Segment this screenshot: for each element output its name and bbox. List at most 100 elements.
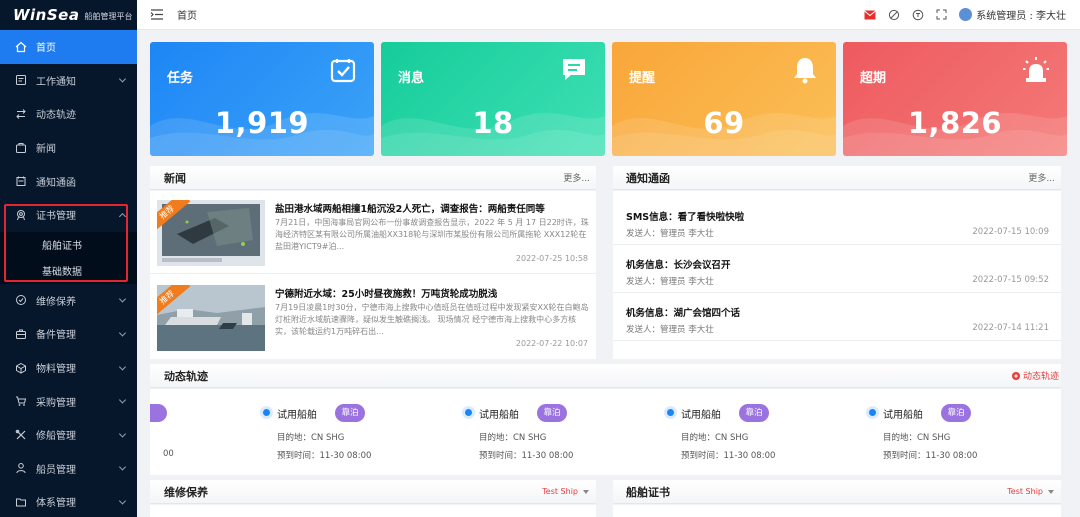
sidebar-item-label: 首页 (36, 43, 56, 55)
sidebar-item-home[interactable]: 首页 (0, 30, 137, 64)
maintenance-panel-header: 维修保养 Test Ship (150, 480, 596, 504)
notice-date: 2022-07-15 10:09 (972, 227, 1049, 237)
sidebar-item-track[interactable]: 动态轨迹 (0, 97, 137, 131)
sidebar-item-label: 体系管理 (36, 498, 76, 510)
sidebar-item-label: 新闻 (36, 144, 56, 156)
chevron-up-icon (118, 212, 127, 220)
stat-card-reminders[interactable]: 提醒 69 (612, 42, 836, 156)
sidebar-item-label: 证书管理 (36, 211, 76, 223)
certificates-panel-title: 船舶证书 (626, 485, 670, 499)
spare-parts-icon (14, 327, 28, 341)
notice-date: 2022-07-14 11:21 (972, 323, 1049, 333)
header-actions: 系统管理员 : 李大壮 (852, 7, 1080, 22)
sidebar-item-work-notice[interactable]: 工作通知 (0, 64, 137, 98)
alarm-icon (1022, 56, 1050, 84)
ship-status-dot-icon (664, 406, 677, 419)
tracks-link[interactable]: 动态轨迹 (1011, 369, 1061, 382)
breadcrumb[interactable]: 首页 (177, 7, 197, 22)
notices-more-link[interactable]: 更多... (1028, 171, 1061, 184)
mail-icon[interactable] (863, 8, 876, 21)
notice-title[interactable]: SMS信息：看了看快啦快啦 (626, 209, 744, 223)
fullscreen-icon[interactable] (935, 8, 948, 21)
tracks-panel-header: 动态轨迹 动态轨迹 (150, 364, 1061, 388)
track-partial-badge (150, 404, 167, 422)
sidebar-item-circular[interactable]: 通知通函 (0, 164, 137, 198)
news-item[interactable]: 推荐 盐田港水域两船相撞1船沉没2人死亡，调查报告：两船责任同等 7月21日，中… (150, 191, 596, 274)
news-panel-title: 新闻 (164, 171, 186, 185)
ship-name: 试用船舶 (681, 410, 721, 421)
track-card[interactable]: 试用船舶 靠泊 目的地：CN SHG 预到时间：11-30 08:00 (462, 402, 662, 466)
crew-icon (14, 461, 28, 475)
notice-item[interactable]: 机务信息：湖广会馆四个话 发送人：管理员 李大壮 2022-07-14 11:2… (613, 293, 1061, 341)
sidebar-item-label: 船员管理 (36, 464, 76, 476)
notice-icon (14, 73, 28, 87)
notices-panel: SMS信息：看了看快啦快啦 发送人：管理员 李大壮 2022-07-15 10:… (613, 191, 1061, 359)
stat-card-tasks[interactable]: 任务 1,919 (150, 42, 374, 156)
certificates-ship-select[interactable]: Test Ship (1007, 487, 1061, 496)
notice-sender: 发送人：管理员 李大壮 (626, 229, 714, 239)
stat-label: 提醒 (629, 71, 656, 86)
materials-icon (14, 361, 28, 375)
certificate-icon (14, 208, 28, 222)
stat-card-messages[interactable]: 消息 18 (381, 42, 605, 156)
track-partial-eta: 00 (163, 449, 174, 459)
notice-sender: 发送人：管理员 李大壮 (626, 277, 714, 287)
stat-value: 18 (472, 106, 514, 140)
ship-status-dot-icon (462, 406, 475, 419)
sidebar-item-label: 采购管理 (36, 397, 76, 409)
notice-title[interactable]: 机务信息：湖广会馆四个话 (626, 305, 740, 319)
chevron-down-icon (118, 363, 127, 371)
eye-slash-icon[interactable] (887, 8, 900, 21)
language-icon[interactable] (911, 8, 924, 21)
brand[interactable]: WinSea 船舶管理平台 (0, 0, 137, 30)
track-link-icon (1011, 371, 1020, 380)
news-title[interactable]: 宁德附近水域：25小时昼夜施救！万吨货轮成功脱浅 (275, 286, 497, 300)
cart-icon (14, 394, 28, 408)
maintenance-panel-title: 维修保养 (164, 485, 208, 499)
news-more-link[interactable]: 更多... (563, 171, 596, 184)
notice-item[interactable]: 机务信息：长沙会议召开 发送人：管理员 李大壮 2022-07-15 09:52 (613, 245, 1061, 293)
avatar (959, 8, 973, 21)
sidebar-subitem-ship-certificates[interactable]: 船舶证书 (0, 232, 137, 258)
sidebar-subitem-label: 船舶证书 (42, 241, 82, 253)
sidebar-item-certificates[interactable]: 证书管理 (0, 198, 137, 232)
stat-label: 任务 (167, 71, 194, 86)
task-check-icon (329, 56, 357, 84)
sidebar-item-system[interactable]: 体系管理 (0, 485, 137, 517)
sidebar-item-maintenance[interactable]: 维修保养 (0, 284, 137, 318)
notice-item[interactable]: SMS信息：看了看快啦快啦 发送人：管理员 李大壮 2022-07-15 10:… (613, 197, 1061, 245)
track-card[interactable]: 试用船舶 靠泊 目的地：CN SHG 预到时间：11-30 08:00 (866, 402, 1066, 466)
news-thumbnail: 推荐 (157, 285, 265, 351)
sidebar-item-ship-repair[interactable]: 修船管理 (0, 418, 137, 452)
certificates-panel (613, 505, 1061, 517)
repair-icon (14, 428, 28, 442)
chevron-down-icon (118, 75, 127, 83)
notices-panel-header: 通知通函 更多... (613, 166, 1061, 190)
sidebar-subitem-basic-data[interactable]: 基础数据 (0, 258, 137, 284)
sidebar-item-spare-parts[interactable]: 备件管理 (0, 317, 137, 351)
maintenance-ship-select[interactable]: Test Ship (542, 487, 596, 496)
chevron-down-icon (118, 430, 127, 438)
track-card[interactable]: 试用船舶 靠泊 目的地：CN SHG 预到时间：11-30 08:00 (664, 402, 864, 466)
user-menu[interactable]: 系统管理员 : 李大壮 (959, 7, 1066, 22)
news-date: 2022-07-25 10:58 (515, 254, 588, 263)
track-card[interactable]: 试用船舶 靠泊 目的地：CN SHG 预到时间：11-30 08:00 (260, 402, 460, 466)
news-title[interactable]: 盐田港水域两船相撞1船沉没2人死亡，调查报告：两船责任同等 (275, 201, 545, 215)
sidebar-item-materials[interactable]: 物料管理 (0, 351, 137, 385)
ship-destination: 目的地：CN SHG (883, 433, 951, 443)
maintenance-panel (150, 505, 596, 517)
ship-eta: 预到时间：11-30 08:00 (479, 451, 574, 461)
selected-ship: Test Ship (542, 487, 578, 496)
ship-status-badge: 靠泊 (739, 404, 769, 422)
sidebar-item-news[interactable]: 新闻 (0, 131, 137, 165)
menu-toggle-icon[interactable] (150, 9, 164, 21)
chevron-down-icon (118, 497, 127, 505)
ship-status-dot-icon (866, 406, 879, 419)
news-thumbnail: 推荐 (157, 200, 265, 266)
stat-card-overdue[interactable]: 超期 1,826 (843, 42, 1067, 156)
bell-icon (791, 56, 819, 84)
sidebar-item-crew[interactable]: 船员管理 (0, 452, 137, 486)
news-item[interactable]: 推荐 宁德附近水域：25小时昼夜施救！万吨货轮成功脱浅 7月19日凌晨1时30分… (150, 276, 596, 359)
sidebar-item-purchasing[interactable]: 采购管理 (0, 384, 137, 418)
notice-title[interactable]: 机务信息：长沙会议召开 (626, 257, 731, 271)
